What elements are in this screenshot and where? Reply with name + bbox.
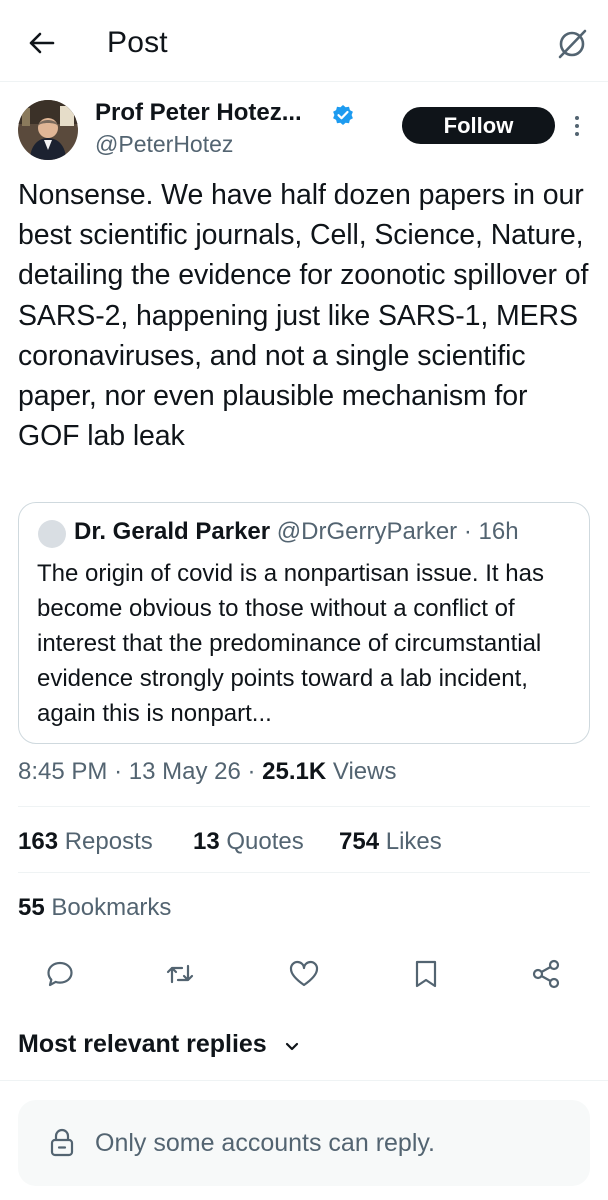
likes-stat[interactable]: 754 Likes: [339, 828, 442, 856]
meta-separator: ·: [247, 758, 256, 785]
share-icon[interactable]: [530, 958, 562, 990]
bookmarks-stat[interactable]: 55 Bookmarks: [18, 894, 171, 922]
author-handle[interactable]: @PeterHotez: [95, 131, 233, 158]
post-meta: 8:45 PM · 13 May 26 · 25.1K Views: [18, 758, 396, 786]
quotes-stat[interactable]: 13 Quotes: [193, 828, 304, 856]
reposts-stat[interactable]: 163 Reposts: [18, 828, 153, 856]
post-text: Nonsense. We have half dozen papers in o…: [18, 179, 589, 453]
repost-icon[interactable]: [164, 958, 196, 990]
bookmark-icon[interactable]: [410, 958, 442, 990]
likes-label: Likes: [385, 828, 442, 855]
verified-badge-icon: [332, 104, 354, 126]
replies-sort-button[interactable]: Most relevant replies: [18, 1030, 267, 1059]
bookmarks-label: Bookmarks: [51, 894, 172, 921]
reply-restriction-notice: Only some accounts can reply.: [18, 1100, 590, 1186]
quotes-label: Quotes: [226, 828, 304, 855]
arrow-left-icon[interactable]: [26, 28, 56, 58]
quoted-meta: @DrGerryParker · 16h: [277, 518, 519, 545]
grok-icon[interactable]: [556, 26, 588, 60]
divider: [18, 806, 590, 807]
quoted-text: The origin of covid is a nonpartisan iss…: [37, 560, 544, 727]
quoted-header: Dr. Gerald Parker @DrGerryParker · 16h: [74, 518, 519, 546]
quoted-author-name: Dr. Gerald Parker: [74, 518, 271, 545]
top-bar: Post: [0, 0, 608, 82]
views-count: 25.1K: [262, 758, 327, 785]
quoted-post[interactable]: Dr. Gerald Parker @DrGerryParker · 16h T…: [18, 502, 590, 744]
quoted-separator: ·: [463, 518, 472, 545]
lock-icon: [47, 1126, 77, 1158]
likes-count: 754: [339, 828, 380, 855]
more-options-icon[interactable]: [570, 114, 584, 138]
avatar[interactable]: [18, 100, 78, 160]
post-date: 13 May 26: [128, 758, 241, 785]
page-title: Post: [107, 26, 168, 59]
reply-restriction-text: Only some accounts can reply.: [95, 1129, 435, 1157]
divider: [0, 1080, 608, 1081]
like-icon[interactable]: [288, 958, 320, 990]
chevron-down-icon[interactable]: [284, 1038, 300, 1054]
meta-separator: ·: [114, 758, 123, 785]
bookmarks-count: 55: [18, 894, 45, 921]
reply-icon[interactable]: [44, 958, 76, 990]
follow-button[interactable]: Follow: [402, 107, 555, 144]
quotes-count: 13: [193, 828, 220, 855]
views-label: Views: [332, 758, 397, 785]
author-name[interactable]: Prof Peter Hotez...: [95, 99, 302, 127]
reposts-label: Reposts: [64, 828, 153, 855]
quoted-time: 16h: [478, 518, 519, 545]
quoted-handle: @DrGerryParker: [276, 518, 458, 545]
quoted-avatar: [38, 520, 66, 548]
post-time: 8:45 PM: [18, 758, 108, 785]
reposts-count: 163: [18, 828, 59, 855]
divider: [18, 872, 590, 873]
